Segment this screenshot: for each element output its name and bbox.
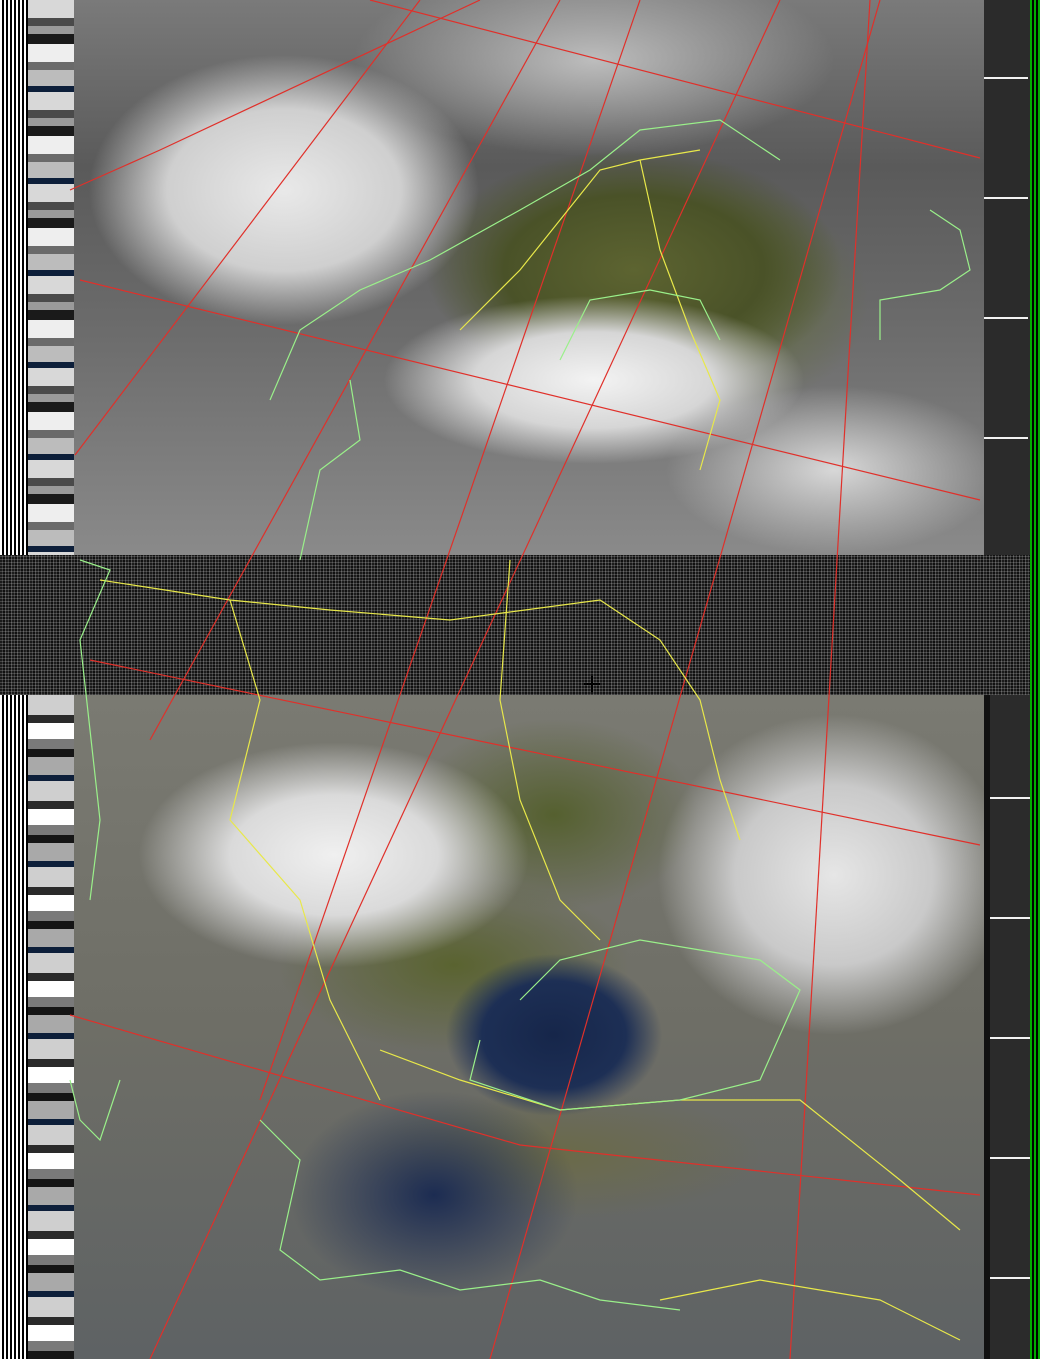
telemetry-tick: [990, 797, 1030, 799]
telemetry-tick: [984, 197, 1028, 199]
telemetry-tick: [990, 917, 1030, 919]
location-marker-icon: [584, 676, 600, 692]
right-sync-stripes: [1030, 0, 1040, 1359]
right-telemetry-strip-bottom: [990, 695, 1030, 1359]
left-telemetry-strip-bottom: [28, 695, 74, 1359]
telemetry-tick: [984, 77, 1028, 79]
telemetry-tick: [990, 1157, 1030, 1159]
satellite-image-frame: [0, 0, 1040, 1359]
left-telemetry-strip-top: [28, 0, 74, 555]
telemetry-tick: [990, 1277, 1030, 1279]
signal-noise-band: [0, 555, 1040, 695]
telemetry-tick: [984, 437, 1028, 439]
satellite-image-bottom-segment: [74, 695, 984, 1359]
satellite-image-top-segment: [74, 0, 984, 555]
telemetry-tick: [990, 1037, 1030, 1039]
telemetry-tick: [984, 317, 1028, 319]
right-telemetry-strip-top: [984, 0, 1030, 555]
